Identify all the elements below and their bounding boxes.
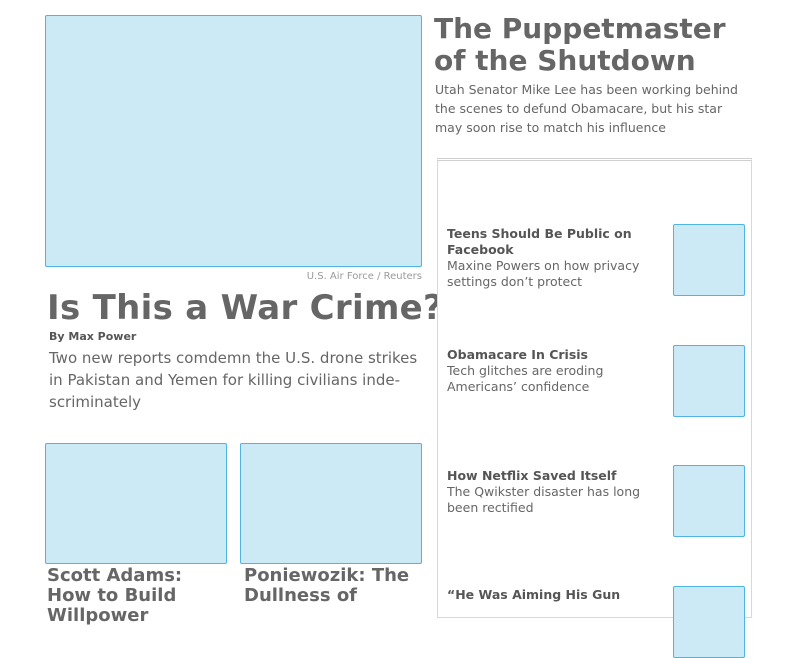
hero-image[interactable] xyxy=(45,15,422,267)
sidebar-item[interactable]: Obamacare In Crisis Tech glitches are er… xyxy=(447,347,667,395)
sidebar-item-desc: The Qwikster disaster has long been rect… xyxy=(447,484,641,515)
sidebar-item-desc: Maxine Powers on how privacy settings do… xyxy=(447,258,640,289)
story-card-headline-link[interactable]: Scott Adams: How to Build Willpower xyxy=(47,566,232,626)
sidebar-item-title[interactable]: Obamacare In Crisis xyxy=(447,347,667,363)
sidebar-item-title[interactable]: How Netflix Saved Itself xyxy=(447,468,667,484)
story-card-image[interactable] xyxy=(240,443,422,564)
feature-headline-link[interactable]: The Puppetmaster of the Shutdown xyxy=(434,13,764,77)
hero-summary: Two new reports comdemn the U.S. drone s… xyxy=(49,349,418,411)
photo-credit: U.S. Air Force / Reuters xyxy=(306,271,422,282)
sidebar-item-desc: Tech glitches are eroding Americans’ con… xyxy=(447,363,604,394)
sidebar-item[interactable]: How Netflix Saved Itself The Qwikster di… xyxy=(447,468,667,516)
byline: By Max Power xyxy=(49,330,137,343)
story-card-headline-link[interactable]: Poniewozik: The Dullness of xyxy=(244,566,429,606)
sidebar-item-thumbnail[interactable] xyxy=(673,465,745,537)
sidebar-item-thumbnail[interactable] xyxy=(673,224,745,296)
sidebar-item-title[interactable]: Teens Should Be Public on Facebook xyxy=(447,226,667,258)
story-card-image[interactable] xyxy=(45,443,227,564)
hero-headline-link[interactable]: Is This a War Crime? xyxy=(47,288,443,328)
sidebar-item[interactable]: “He Was Aiming His Gun xyxy=(447,587,667,603)
feature-summary: Utah Senator Mike Lee has been working b… xyxy=(435,82,738,135)
sidebar-item-thumbnail[interactable] xyxy=(673,345,745,417)
sidebar-item-thumbnail[interactable] xyxy=(673,586,745,658)
sidebar-item-title[interactable]: “He Was Aiming His Gun xyxy=(447,587,667,603)
sidebar-item[interactable]: Teens Should Be Public on Facebook Maxin… xyxy=(447,226,667,290)
